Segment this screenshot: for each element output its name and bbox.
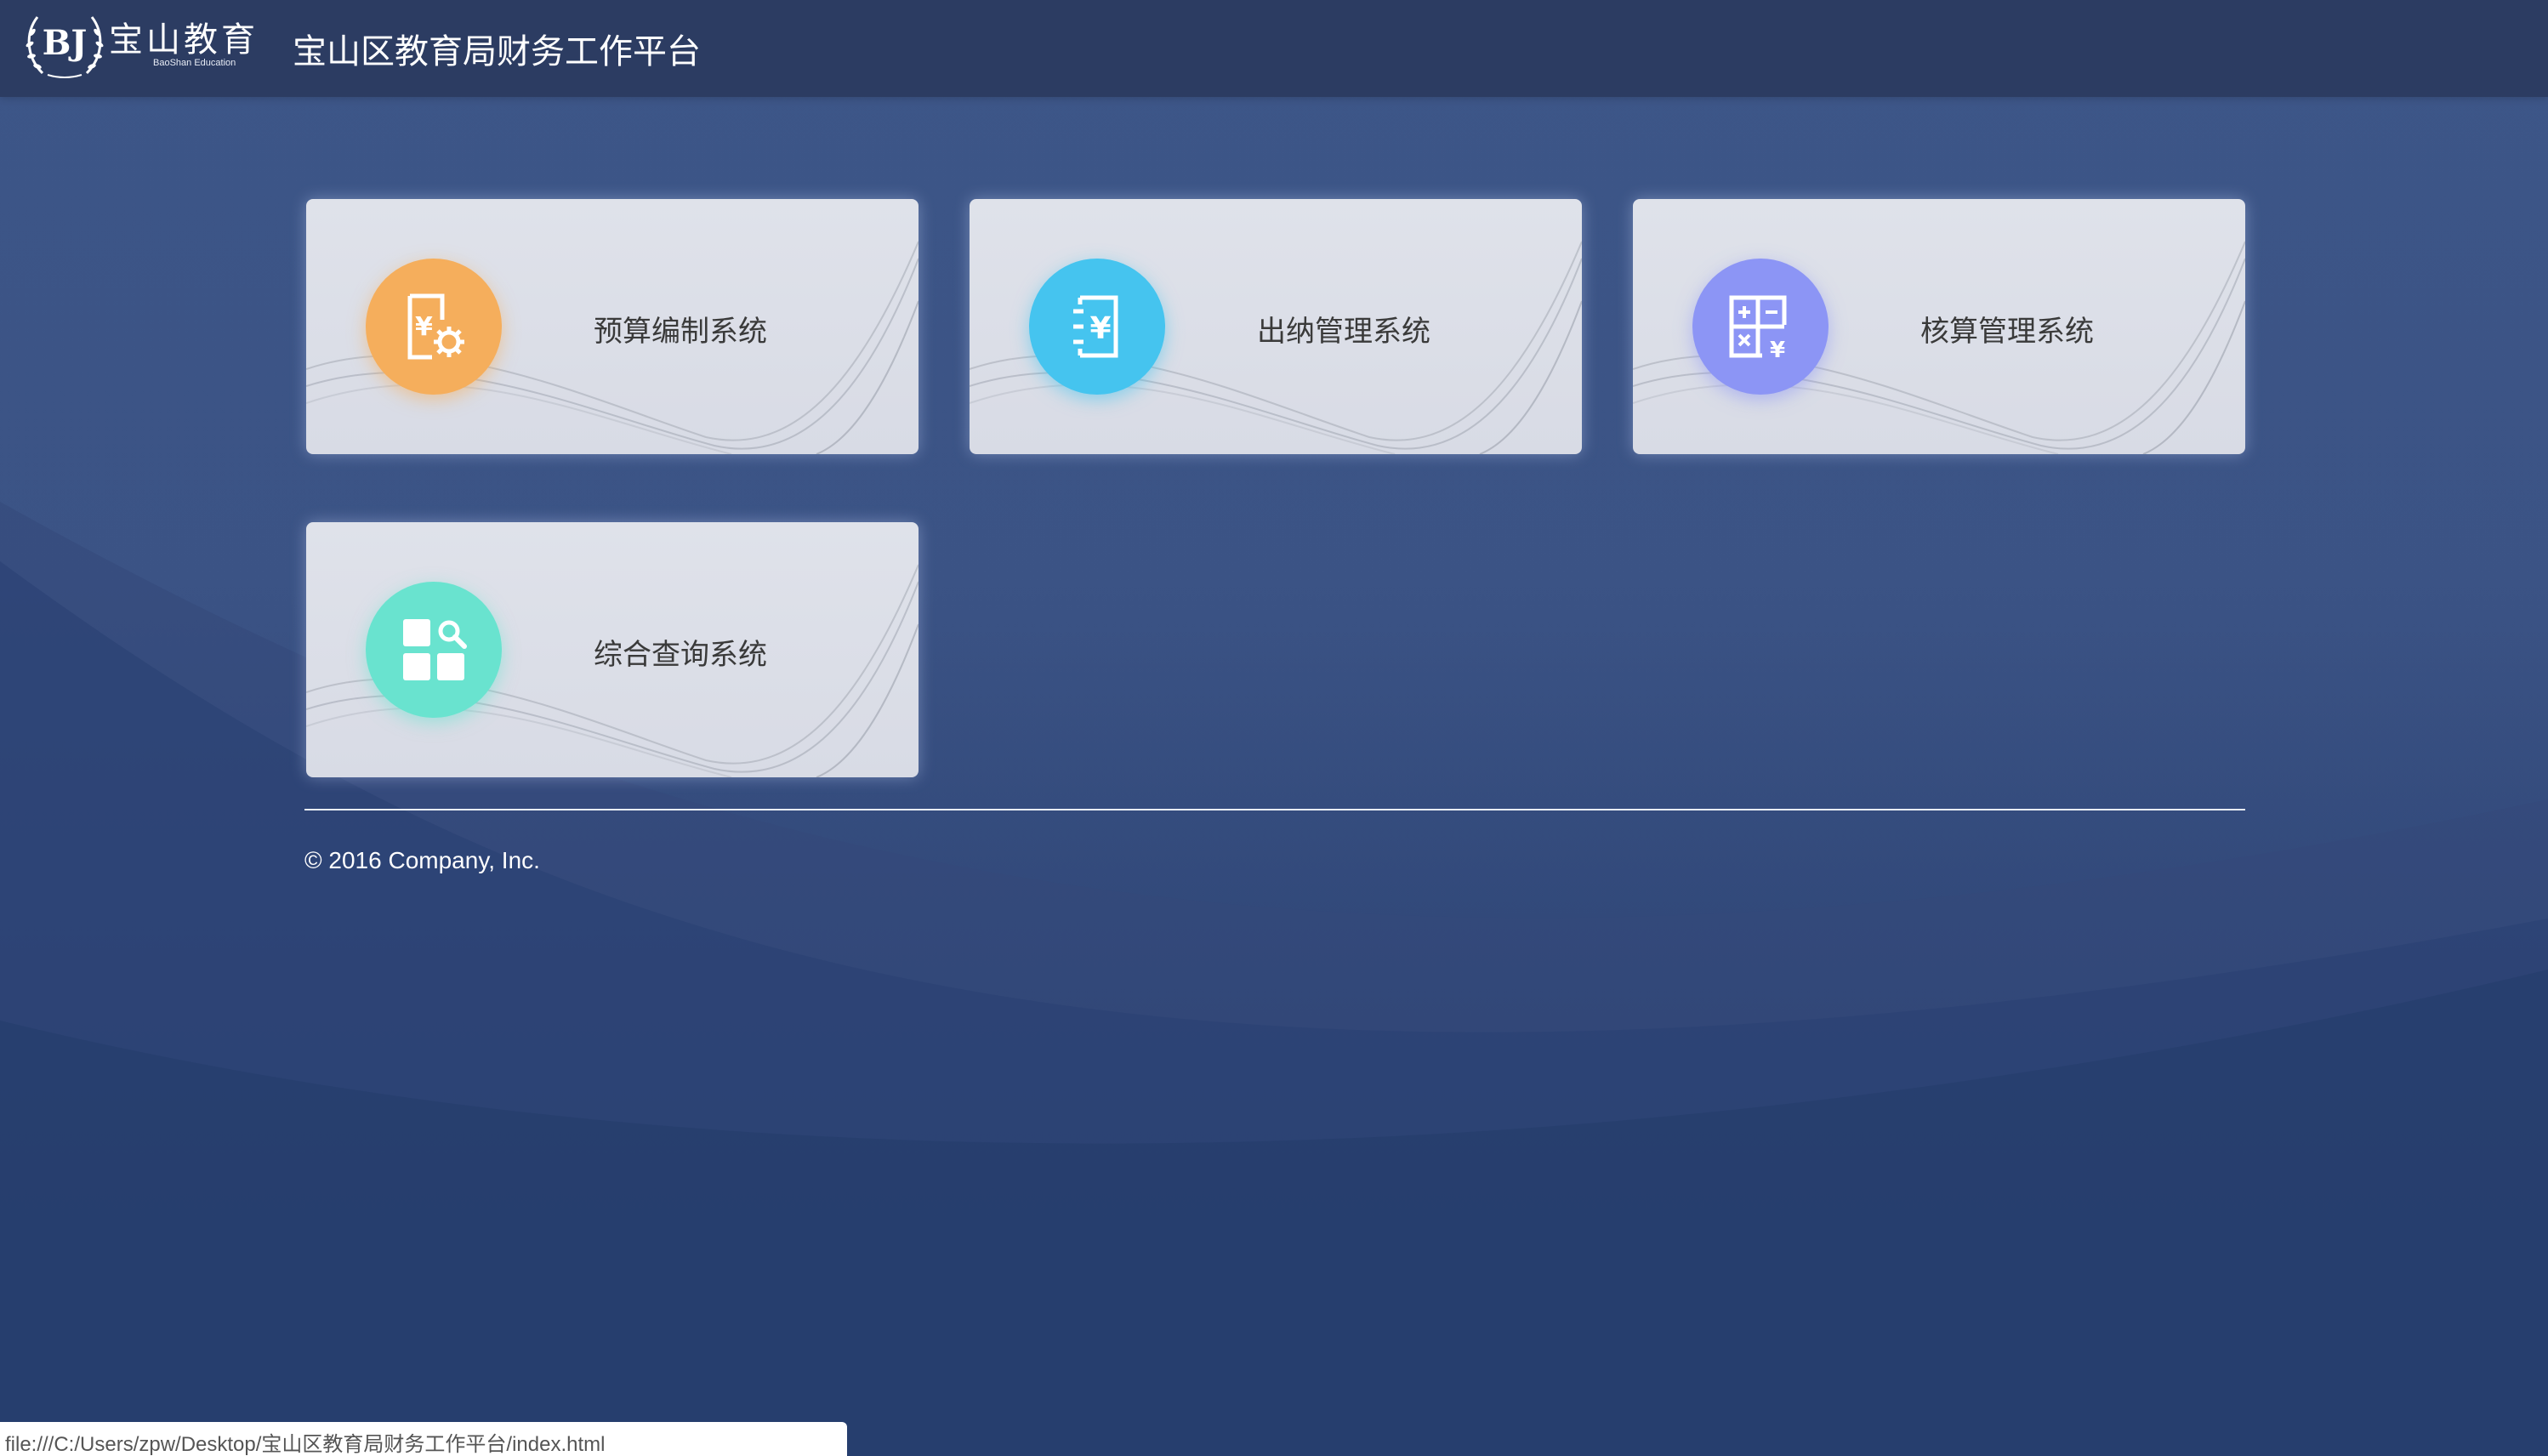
svg-text:¥: ¥: [415, 312, 433, 342]
card-accounting-system[interactable]: ¥ 核算管理系统: [1633, 199, 2245, 454]
card-query-system[interactable]: 综合查询系统: [306, 522, 919, 777]
budget-yuan-gear-icon: ¥: [366, 259, 502, 395]
logo-monogram: BJ: [43, 23, 88, 63]
footer-divider: [304, 809, 2245, 810]
card-budget-system[interactable]: ¥ 预算编制系统: [306, 199, 919, 454]
card-cashier-system[interactable]: ¥ 出纳管理系统: [970, 199, 1582, 454]
card-label: 核算管理系统: [1920, 315, 2094, 349]
calculator-icon: ¥: [1692, 259, 1829, 395]
card-label: 综合查询系统: [594, 638, 767, 672]
status-url: file:///C:/Users/zpw/Desktop/宝山区教育局财务工作平…: [5, 1433, 606, 1456]
svg-text:¥: ¥: [1089, 311, 1111, 346]
footer-copyright: © 2016 Company, Inc.: [304, 847, 540, 873]
logo-name-cn: 宝山教育: [109, 20, 259, 60]
app-title: 宝山区教育局财务工作平台: [293, 32, 701, 71]
query-grid-search-icon: [366, 582, 502, 718]
card-label: 预算编制系统: [594, 315, 767, 349]
svg-text:¥: ¥: [1770, 338, 1785, 362]
logo-name-en: BaoShan Education: [153, 58, 236, 68]
cashier-yuan-icon: ¥: [1029, 259, 1165, 395]
baoshan-education-logo[interactable]: BJ 宝山教育 BaoShan Education: [22, 7, 255, 80]
top-header-bar: BJ 宝山教育 BaoShan Education 宝山区教育局财务工作平台: [0, 0, 2548, 97]
card-label: 出纳管理系统: [1257, 315, 1430, 349]
laurel-emblem-icon: BJ: [26, 16, 104, 78]
browser-status-bar: file:///C:/Users/zpw/Desktop/宝山区教育局财务工作平…: [0, 1422, 847, 1456]
